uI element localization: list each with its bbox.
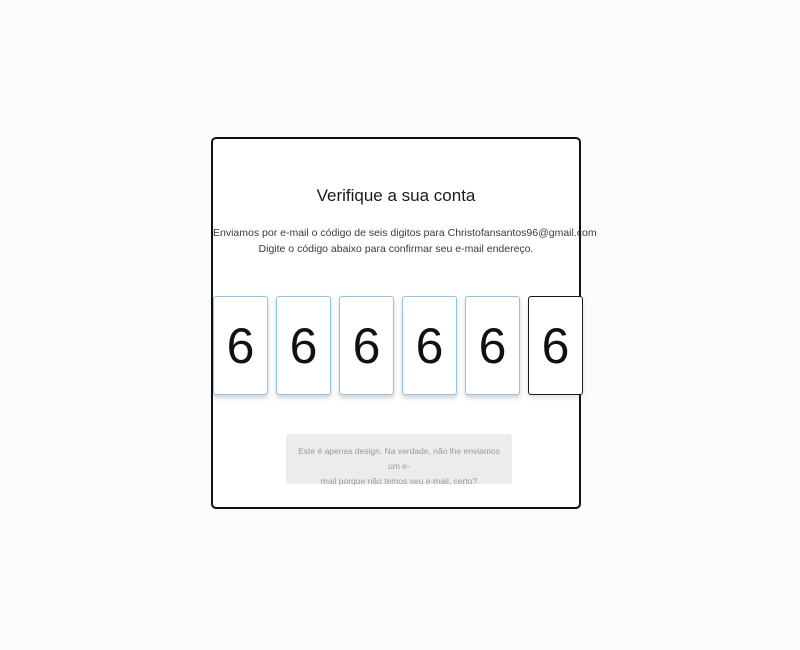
code-digit-4[interactable]: 6 [402, 296, 457, 395]
code-digit-2[interactable]: 6 [276, 296, 331, 395]
card-title: Verifique a sua conta [316, 186, 476, 205]
code-digit-3[interactable]: 6 [339, 296, 394, 395]
note-line-2: mail porque não temos seu e-mail, certo? [320, 476, 478, 486]
description-line-2: Digite o código abaixo para confirmar se… [258, 243, 534, 255]
code-digit-5[interactable]: 6 [465, 296, 520, 395]
description-line-1: Enviamos por e-mail o código de seis dig… [213, 227, 597, 239]
note-line-1: Este é apenas design. Na verdade, não lh… [298, 446, 500, 471]
design-note: Este é apenas design. Na verdade, não lh… [286, 434, 512, 486]
card-description: Enviamos por e-mail o código de seis dig… [213, 225, 597, 257]
verification-card: Verifique a sua conta Enviamos por e-mai… [211, 137, 597, 509]
code-digit-1[interactable]: 6 [213, 296, 268, 395]
code-input-row: 6 6 6 6 6 6 [213, 296, 583, 396]
code-digit-6[interactable]: 6 [528, 296, 583, 395]
